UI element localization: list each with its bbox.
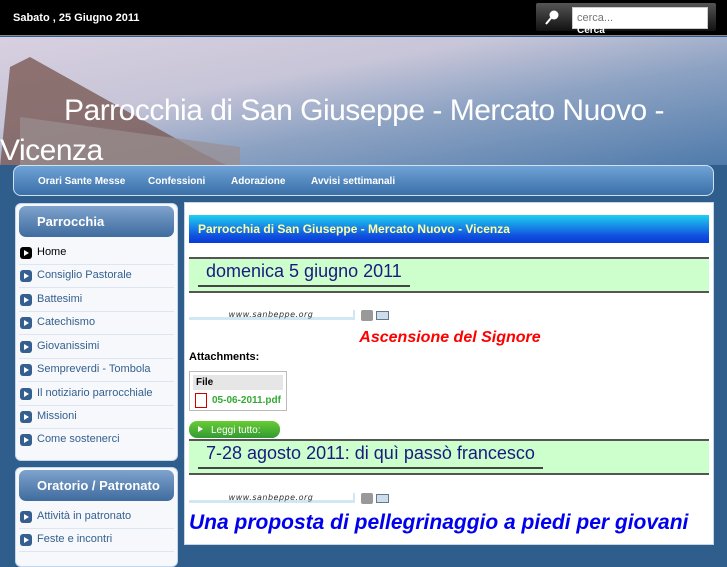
sidebar-panel-oratorio: Oratorio / Patronato Attività in patrona…	[15, 467, 178, 567]
panel-title: Parrocchia	[19, 206, 174, 237]
search-button[interactable]: Cerca	[577, 25, 605, 36]
sidebar-item-missioni[interactable]: Missioni	[19, 406, 174, 429]
bullet-arrow-icon	[20, 294, 32, 306]
print-icon[interactable]	[361, 493, 373, 504]
main-nav: Orari Sante Messe Confessioni Adorazione…	[13, 165, 714, 196]
search-box	[536, 3, 716, 31]
file-column-header: File	[193, 375, 283, 390]
sidebar-item-home[interactable]: Home	[19, 242, 174, 265]
top-bar: Sabato , 25 Giugno 2011 Cerca	[0, 0, 727, 36]
sidebar-item-battesimi[interactable]: Battesimi	[19, 289, 174, 312]
email-icon[interactable]	[376, 494, 389, 503]
bullet-arrow-icon	[20, 511, 32, 523]
article-subtitle: Una proposta di pellegrinaggio a piedi p…	[189, 511, 689, 534]
nav-confessioni[interactable]: Confessioni	[148, 176, 205, 187]
site-title: Parrocchia di San Giuseppe - Mercato Nuo…	[0, 94, 664, 165]
sidebar-item-label: Giovanissimi	[37, 340, 100, 352]
bullet-arrow-icon	[20, 270, 32, 282]
sidebar-item-consiglio[interactable]: Consiglio Pastorale	[19, 265, 174, 288]
panel-title: Oratorio / Patronato	[19, 470, 174, 501]
bullet-arrow-icon	[20, 434, 32, 446]
sidebar-item-label: Home	[37, 246, 67, 258]
sidebar-item-catechismo[interactable]: Catechismo	[19, 312, 174, 335]
sidebar-item-feste[interactable]: Feste e incontri	[19, 529, 174, 552]
search-icon	[545, 10, 559, 25]
attachment-link[interactable]: 05-06-2011.pdf	[212, 395, 281, 406]
nav-adorazione[interactable]: Adorazione	[231, 176, 285, 187]
bullet-arrow-icon	[20, 411, 32, 423]
bullet-arrow-icon	[20, 534, 32, 546]
article-subtitle: Ascensione del Signore	[359, 329, 541, 346]
read-more-button[interactable]: Leggi tutto:	[189, 421, 280, 438]
sidebar-item-label: Battesimi	[37, 293, 83, 305]
sidebar-item-label: Consiglio Pastorale	[37, 269, 132, 281]
sidebar-item-sempreverdi[interactable]: Sempreverdi - Tombola	[19, 359, 174, 382]
sidebar-panel-parrocchia: Parrocchia Home Consiglio Pastorale Batt…	[15, 203, 178, 461]
article-actions	[361, 310, 391, 322]
sidebar-item-label: Il notiziario parrocchiale	[37, 387, 153, 399]
article-title[interactable]: domenica 5 giugno 2011	[198, 261, 410, 287]
watermark: www.sanbeppe.org	[189, 310, 355, 320]
nav-avvisi-settimanali[interactable]: Avvisi settimanali	[311, 176, 395, 187]
article-header: 7-28 agosto 2011: di quì passò francesco	[189, 439, 709, 475]
bullet-arrow-icon	[20, 317, 32, 329]
content-title: Parrocchia di San Giuseppe - Mercato Nuo…	[189, 215, 709, 243]
bullet-arrow-icon	[20, 341, 32, 353]
bullet-arrow-icon	[20, 247, 32, 259]
watermark: www.sanbeppe.org	[189, 493, 355, 503]
sidebar-item-attivita[interactable]: Attività in patronato	[19, 506, 174, 529]
article-title[interactable]: 7-28 agosto 2011: di quì passò francesco	[198, 443, 543, 469]
sidebar-item-label: Attività in patronato	[37, 510, 132, 522]
sidebar-item-label: Come sostenerci	[37, 433, 120, 445]
sidebar-item-giovanissimi[interactable]: Giovanissimi	[19, 336, 174, 359]
sidebar-item-label: Catechismo	[37, 316, 96, 328]
current-date: Sabato , 25 Giugno 2011	[13, 12, 140, 24]
article-actions	[361, 493, 391, 505]
nav-orari-sante-messe[interactable]: Orari Sante Messe	[38, 176, 125, 187]
sidebar-item-sostenerci[interactable]: Come sostenerci	[19, 429, 174, 452]
bullet-arrow-icon	[20, 388, 32, 400]
sidebar-item-label: Feste e incontri	[37, 533, 113, 545]
print-icon[interactable]	[361, 310, 373, 321]
header-banner: Parrocchia di San Giuseppe - Mercato Nuo…	[0, 37, 727, 165]
attachments-table: File 05-06-2011.pdf	[189, 371, 287, 411]
article-header: domenica 5 giugno 2011	[189, 257, 709, 293]
pdf-icon	[195, 393, 207, 408]
sidebar-item-notiziario[interactable]: Il notiziario parrocchiale	[19, 383, 174, 406]
sidebar-item-label: Missioni	[37, 410, 77, 422]
bullet-arrow-icon	[20, 364, 32, 376]
email-icon[interactable]	[376, 311, 389, 320]
attachments-label: Attachments:	[189, 351, 260, 363]
main-content: Parrocchia di San Giuseppe - Mercato Nuo…	[184, 202, 714, 545]
page-border	[714, 196, 727, 545]
sidebar-item-label: Sempreverdi - Tombola	[37, 363, 151, 375]
